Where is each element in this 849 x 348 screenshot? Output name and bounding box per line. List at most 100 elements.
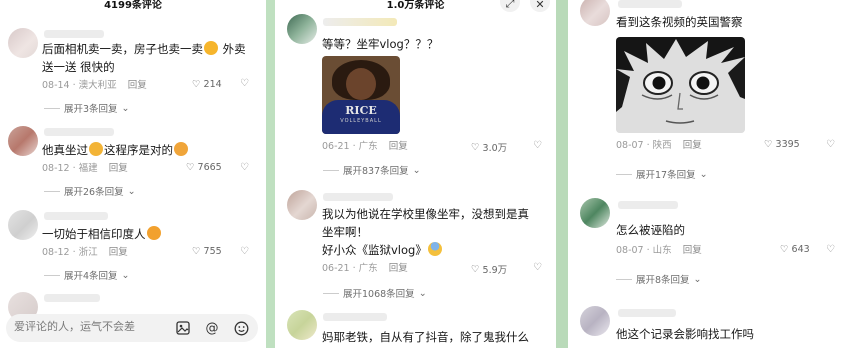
comment-location: 广东 [358, 141, 378, 152]
username-blurred[interactable] [618, 201, 678, 209]
chevron-down-icon: ⌄ [699, 168, 708, 180]
comment-date: 08-12 [42, 247, 70, 258]
divider-line [323, 169, 339, 171]
comment-date: 08-07 [616, 245, 644, 256]
reply-button[interactable]: 回复 [389, 141, 408, 152]
comment-image[interactable]: RICE VOLLEYBALL [322, 56, 400, 134]
divider-line [616, 278, 632, 280]
like-count: 3395 [775, 139, 800, 150]
chevron-down-icon: ⌄ [418, 287, 427, 299]
comment-location: 广东 [358, 263, 378, 274]
avatar[interactable] [8, 28, 38, 58]
comment-text: 怎么被诬陷的 [616, 223, 685, 237]
dislike-icon[interactable]: ♡ [240, 162, 249, 173]
like-button[interactable]: ♡ 755 [192, 246, 222, 257]
reply-button[interactable]: 回复 [683, 140, 702, 151]
comment-text: 后面相机卖一卖，房子也卖一卖 外卖 送一送 很快的 [42, 40, 262, 76]
smirk-emoji [146, 226, 161, 240]
username-blurred[interactable] [323, 313, 387, 321]
heart-icon: ♡ [471, 141, 480, 153]
comment-text: 等等？坐牢vlog？？？ [322, 37, 439, 51]
expand-replies-button[interactable]: 展开4条回复 ⌄ [44, 268, 130, 282]
expand-replies-button[interactable]: 展开26条回复 ⌄ [44, 184, 136, 198]
expand-replies-label: 展开837条回复 [343, 166, 409, 177]
comment-text-part: 他真坐过 [42, 143, 88, 157]
username-blurred[interactable] [44, 212, 108, 220]
expand-replies-button[interactable]: 展开1068条回复 ⌄ [323, 286, 427, 300]
mention-icon[interactable]: @ [203, 319, 221, 337]
expand-replies-button[interactable]: 展开17条回复 ⌄ [616, 167, 708, 181]
chevron-down-icon: ⌄ [412, 164, 421, 176]
grinning-sweat-emoji [204, 41, 218, 55]
chevron-down-icon: ⌄ [121, 269, 130, 281]
comment-input[interactable] [14, 320, 164, 333]
like-count: 755 [203, 246, 222, 257]
like-count: 643 [791, 244, 810, 255]
comment-text-part: 送一送 很快的 [42, 60, 115, 74]
username-blurred[interactable] [618, 0, 682, 8]
comment-text: 我以为他说在学校里像坐牢，没想到是真 坐牢啊！ 好小众《监狱vlog》 [322, 205, 552, 259]
heart-icon: ♡ [764, 139, 773, 150]
reply-button[interactable]: 回复 [109, 247, 128, 258]
comment-meta: 08-14 · 澳大利亚 回复 [42, 80, 147, 91]
divider-line [44, 107, 60, 109]
like-button[interactable]: ♡ 3.0万 [471, 140, 508, 155]
expand-replies-button[interactable]: 展开837条回复 ⌄ [323, 163, 421, 177]
divider-line [616, 173, 632, 175]
image-shirt-text: RICE [345, 104, 377, 117]
expand-replies-button[interactable]: 展开8条回复 ⌄ [616, 272, 702, 286]
username-blurred[interactable] [44, 128, 114, 136]
like-button[interactable]: ♡ 214 [192, 79, 222, 90]
like-count: 3.0万 [482, 143, 508, 154]
dislike-icon[interactable]: ♡ [533, 262, 542, 273]
comment-meta: 08-07 · 陕西 回复 [616, 140, 702, 151]
avatar[interactable] [580, 0, 610, 26]
avatar[interactable] [287, 310, 317, 340]
avatar[interactable] [8, 126, 38, 156]
avatar[interactable] [287, 14, 317, 44]
username-blurred[interactable] [323, 18, 397, 26]
reply-button[interactable]: 回复 [128, 80, 147, 91]
comments-panel-right: 看到这条视频的英国警察 08-07 · 陕西 回复 ♡ 3395 ♡ 展开17条回… [568, 0, 849, 348]
expand-replies-button[interactable]: 展开3条回复 ⌄ [44, 101, 130, 115]
like-button[interactable]: ♡ 3395 [764, 139, 800, 150]
comment-date: 08-07 [616, 140, 644, 151]
dislike-icon[interactable]: ♡ [533, 140, 542, 151]
like-count: 214 [203, 79, 222, 90]
like-count: 7665 [197, 162, 222, 173]
dislike-icon[interactable]: ♡ [826, 244, 835, 255]
comment-text: 妈耶老铁，自从有了抖音，除了鬼我什么 [322, 330, 529, 344]
reply-button[interactable]: 回复 [109, 163, 128, 174]
like-button[interactable]: ♡ 7665 [186, 162, 222, 173]
username-blurred[interactable] [44, 294, 100, 302]
reply-button[interactable]: 回复 [389, 263, 408, 274]
username-blurred[interactable] [44, 30, 104, 38]
username-blurred[interactable] [323, 193, 393, 201]
reply-button[interactable]: 回复 [683, 245, 702, 256]
comment-text-part: 外卖 [219, 42, 246, 56]
comment-meta: 08-07 · 山东 回复 [616, 245, 702, 256]
comment-image[interactable] [616, 37, 745, 133]
dislike-icon[interactable]: ♡ [240, 246, 249, 257]
image-icon[interactable] [174, 319, 192, 337]
dislike-icon[interactable]: ♡ [240, 78, 249, 89]
close-icon[interactable]: ✕ [530, 0, 550, 12]
expand-replies-label: 展开8条回复 [636, 275, 690, 286]
like-button[interactable]: ♡ 643 [780, 244, 810, 255]
divider-line [44, 190, 60, 192]
avatar[interactable] [580, 306, 610, 336]
expand-icon[interactable]: ⤢ [500, 0, 520, 12]
comment-input-bar[interactable]: @ [6, 314, 258, 342]
like-button[interactable]: ♡ 5.9万 [471, 262, 507, 277]
comment-text: 他这个记录会影响找工作吗 [616, 327, 754, 341]
chevron-down-icon: ⌄ [693, 273, 702, 285]
avatar[interactable] [580, 198, 610, 228]
username-blurred[interactable] [618, 309, 676, 317]
comment-date: 06-21 [322, 263, 350, 274]
avatar[interactable] [8, 210, 38, 240]
cold-sweat-emoji [89, 142, 103, 156]
avatar[interactable] [287, 190, 317, 220]
dislike-icon[interactable]: ♡ [826, 139, 835, 150]
emoji-icon[interactable] [232, 319, 250, 337]
comment-text-part: 这程序是对的 [104, 143, 173, 157]
